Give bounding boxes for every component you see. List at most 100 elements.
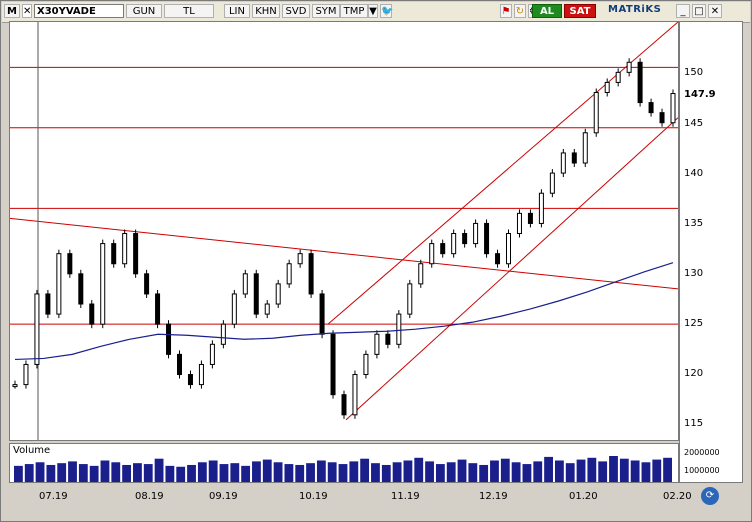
volume-bar bbox=[500, 458, 510, 482]
candle-body bbox=[111, 243, 117, 265]
volume-bar bbox=[143, 464, 153, 482]
candle-body bbox=[659, 112, 665, 124]
close-icon[interactable]: ✕ bbox=[22, 4, 32, 18]
volume-bar bbox=[533, 461, 543, 482]
volume-bar bbox=[197, 462, 207, 482]
volume-bar bbox=[14, 465, 23, 482]
volume-bar bbox=[57, 463, 67, 482]
volume-bar bbox=[565, 463, 575, 482]
price-chart[interactable] bbox=[9, 21, 679, 441]
volume-bar bbox=[554, 460, 564, 482]
volume-bar bbox=[262, 459, 272, 482]
candle-body bbox=[451, 233, 457, 255]
volume-bar bbox=[306, 463, 315, 482]
volume-bar bbox=[154, 458, 164, 482]
volume-bar bbox=[544, 456, 553, 482]
candle-body bbox=[506, 233, 511, 265]
candle-body bbox=[670, 93, 676, 124]
last-price-label: 147.9 bbox=[684, 89, 716, 100]
candle-body bbox=[407, 283, 413, 315]
x-tick-label: 02.20 bbox=[663, 491, 692, 502]
dropdown-arrow-icon[interactable]: ▼ bbox=[368, 4, 378, 18]
menu-button[interactable]: M bbox=[4, 4, 20, 18]
volume-bar bbox=[522, 464, 532, 482]
volume-chart-svg bbox=[14, 456, 672, 482]
candle-body bbox=[549, 172, 555, 194]
candle-body bbox=[637, 61, 643, 104]
channel-lower-line bbox=[345, 117, 679, 421]
candle-body bbox=[231, 293, 237, 325]
candle-body bbox=[67, 253, 73, 275]
volume-bar bbox=[641, 462, 651, 482]
moving-average-line bbox=[14, 262, 674, 361]
candle-body bbox=[286, 263, 292, 285]
sym-button[interactable]: SYM bbox=[312, 4, 340, 18]
buy-button[interactable]: AL bbox=[532, 4, 562, 18]
volume-bar bbox=[68, 461, 77, 482]
volume-bar bbox=[479, 464, 489, 482]
candle-body bbox=[571, 152, 577, 164]
volume-bar bbox=[46, 464, 56, 482]
volume-bar bbox=[587, 457, 597, 482]
price-axis: 150 147.9 145 140 135 130 125 120 115 20… bbox=[679, 21, 743, 483]
volume-bar bbox=[187, 464, 196, 482]
volume-bar bbox=[89, 465, 99, 482]
volume-panel[interactable]: Volume bbox=[9, 443, 679, 483]
candle-body bbox=[209, 343, 215, 365]
y-tick-label: 150 bbox=[684, 67, 704, 78]
candle-body bbox=[264, 303, 270, 315]
volume-bar bbox=[403, 460, 413, 482]
candle-body bbox=[604, 81, 610, 94]
candle-body bbox=[133, 233, 139, 275]
maximize-icon[interactable]: □ bbox=[692, 4, 706, 18]
close-window-icon[interactable]: ✕ bbox=[708, 4, 722, 18]
volume-tick-label: 2000000 bbox=[684, 448, 720, 457]
svd-button[interactable]: SVD bbox=[282, 4, 310, 18]
currency-button[interactable]: TL bbox=[164, 4, 214, 18]
time-axis: 07.19 08.19 09.19 10.19 11.19 12.19 01.2… bbox=[9, 485, 743, 507]
candle-body bbox=[341, 394, 347, 416]
candle-body bbox=[429, 243, 435, 265]
volume-bar bbox=[349, 461, 359, 482]
volume-label: Volume bbox=[13, 445, 51, 456]
candle-body bbox=[45, 293, 51, 315]
volume-bar bbox=[414, 457, 424, 482]
tmp-button[interactable]: TMP bbox=[340, 4, 368, 18]
symbol-input[interactable]: X30YVADE bbox=[34, 4, 124, 18]
volume-bar bbox=[273, 462, 283, 482]
candle-body bbox=[352, 374, 358, 416]
khn-button[interactable]: KHN bbox=[252, 4, 280, 18]
refresh-chart-icon[interactable]: ⟳ bbox=[701, 487, 719, 505]
candle-body bbox=[527, 212, 533, 224]
lin-button[interactable]: LIN bbox=[224, 4, 250, 18]
volume-bar bbox=[598, 461, 608, 482]
refresh-icon[interactable]: ↻ bbox=[514, 4, 526, 18]
volume-bar bbox=[284, 464, 294, 482]
volume-bar bbox=[652, 459, 662, 482]
candle-body bbox=[89, 303, 95, 325]
lock-icon[interactable]: ⚑ bbox=[500, 4, 512, 18]
volume-bar bbox=[176, 466, 186, 482]
sell-button[interactable]: SAT bbox=[564, 4, 596, 18]
chart-window: M ✕ X30YVADE GUN TL LIN KHN SVD SYM TMP … bbox=[0, 0, 752, 522]
volume-bar bbox=[511, 462, 521, 482]
volume-bar bbox=[35, 462, 45, 482]
volume-bar bbox=[219, 464, 229, 482]
volume-bar bbox=[165, 465, 175, 482]
downtrend-line bbox=[9, 217, 679, 290]
candle-body bbox=[418, 263, 424, 285]
candle-body bbox=[495, 253, 501, 265]
x-tick-label: 08.19 bbox=[135, 491, 164, 502]
candle-body bbox=[484, 222, 490, 255]
twitter-icon[interactable]: 🐦 bbox=[380, 4, 393, 18]
minimize-icon[interactable]: _ bbox=[676, 4, 690, 18]
brand-logo: MATRiKS bbox=[608, 4, 662, 15]
candle-body bbox=[220, 323, 226, 345]
y-tick-label: 135 bbox=[684, 218, 704, 229]
candle-body bbox=[473, 222, 479, 245]
candle-body bbox=[297, 253, 303, 265]
volume-bar bbox=[338, 464, 348, 482]
candle-body bbox=[78, 273, 84, 305]
period-button[interactable]: GUN bbox=[126, 4, 162, 18]
volume-bar bbox=[327, 462, 337, 482]
